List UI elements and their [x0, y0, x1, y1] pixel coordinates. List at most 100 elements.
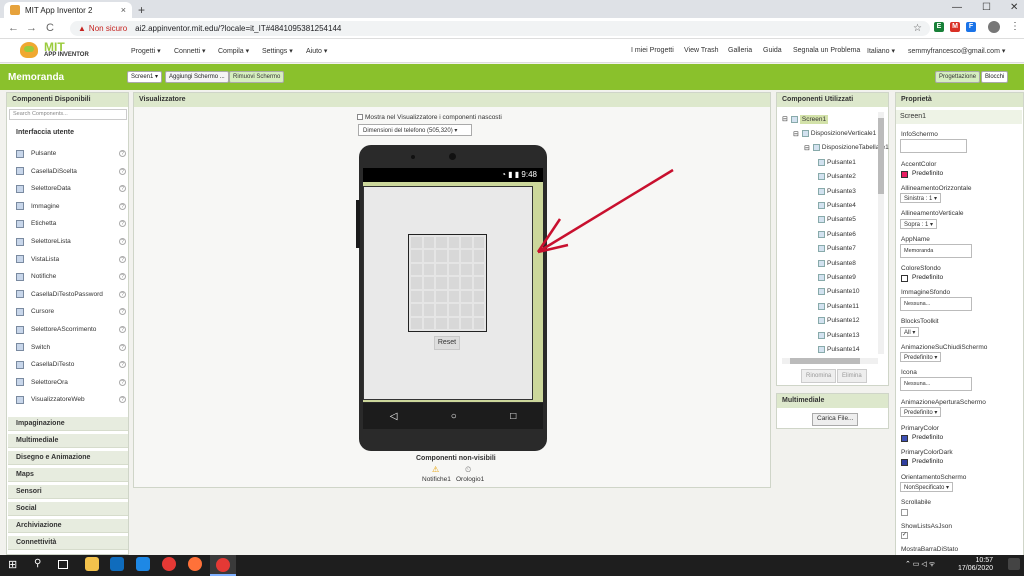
bookmark-star-icon[interactable]: ☆	[913, 23, 922, 34]
link-gallery[interactable]: Galleria	[728, 47, 752, 54]
prop-accent-swatch[interactable]	[901, 171, 908, 178]
remove-screen-button[interactable]: Rimuovi Schermo	[229, 71, 285, 83]
tree-item[interactable]: Pulsante11	[818, 299, 859, 313]
prop-json-checkbox[interactable]: ✓	[901, 532, 908, 539]
category-maps[interactable]: Maps	[8, 468, 128, 482]
palette-item[interactable]: VisualizzatoreWeb?	[16, 391, 126, 408]
menu-help[interactable]: Aiuto ▾	[306, 47, 327, 55]
prop-accent-value[interactable]: Predefinito	[912, 170, 943, 177]
help-icon[interactable]: ?	[119, 220, 126, 228]
task-view-icon[interactable]	[58, 560, 68, 569]
firefox-icon[interactable]	[188, 557, 202, 571]
palette-item[interactable]: Cursore?	[16, 303, 126, 320]
prop-open-anim-select[interactable]: Predefinito ▾	[900, 407, 942, 417]
close-window-button[interactable]: ✕	[1010, 2, 1018, 13]
category-storage[interactable]: Archiviazione	[8, 519, 128, 533]
category-layout[interactable]: Impaginazione	[8, 417, 128, 431]
new-tab-button[interactable]: +	[138, 3, 145, 17]
delete-button[interactable]: Elimina	[837, 369, 867, 383]
prop-appname-input[interactable]: Memoranda	[900, 244, 972, 258]
reload-icon[interactable]: C	[46, 22, 54, 34]
add-screen-button[interactable]: Aggiungi Schermo ...	[165, 71, 229, 83]
tree-collapse-icon[interactable]: ⊟	[782, 115, 788, 123]
profile-avatar[interactable]	[988, 21, 1000, 33]
help-icon[interactable]: ?	[119, 308, 126, 316]
show-hidden-checkbox[interactable]	[357, 114, 363, 120]
security-status[interactable]: Non sicuro	[89, 24, 127, 33]
prop-scrollable-checkbox[interactable]	[901, 509, 908, 516]
extension-icon[interactable]: E	[934, 22, 944, 32]
chrome-active-task[interactable]	[210, 555, 236, 576]
tree-item[interactable]: Pulsante3	[818, 184, 856, 198]
tab-close-icon[interactable]: ×	[121, 5, 126, 15]
device-size-select[interactable]: Dimensioni del telefono (505,320) ▾	[358, 124, 472, 136]
category-drawing-animation[interactable]: Disegno e Animazione	[8, 451, 128, 465]
tree-horizontal-scrollbar[interactable]	[782, 358, 878, 364]
category-sensors[interactable]: Sensori	[8, 485, 128, 499]
mit-app-inventor-logo[interactable]: MIT APP INVENTOR	[18, 40, 90, 62]
address-bar[interactable]: ▲ Non sicuro ai2.appinventor.mit.edu/?lo…	[70, 21, 930, 36]
prop-halign-select[interactable]: Sinistra : 1 ▾	[900, 193, 942, 203]
help-icon[interactable]: ?	[119, 202, 126, 210]
tree-item[interactable]: Pulsante10	[818, 285, 860, 299]
help-icon[interactable]: ?	[119, 290, 126, 298]
tree-item[interactable]: Pulsante8	[818, 256, 856, 270]
prop-primary-dark-swatch[interactable]	[901, 459, 908, 466]
screen-select[interactable]: Screen1 ▾	[127, 71, 163, 83]
tree-collapse-icon[interactable]: ⊟	[804, 144, 810, 152]
tree-item[interactable]: Pulsante12	[818, 314, 860, 328]
help-icon[interactable]: ?	[119, 396, 126, 404]
palette-item[interactable]: Switch?	[16, 339, 126, 356]
browser-menu-icon[interactable]: ⋮	[1010, 21, 1020, 32]
tree-item[interactable]: ⊟ DisposizioneTabellare1	[804, 141, 889, 155]
palette-item[interactable]: SelettoreOra?	[16, 374, 126, 391]
forward-icon[interactable]: →	[26, 22, 37, 34]
category-connectivity[interactable]: Connettività	[8, 536, 128, 550]
nonvisible-clock[interactable]: Orologio1	[456, 476, 484, 483]
link-view-trash[interactable]: View Trash	[684, 47, 719, 54]
taskbar-clock[interactable]: 10:57 17/06/2020	[958, 557, 993, 573]
help-icon[interactable]: ?	[119, 185, 126, 193]
menu-settings[interactable]: Settings ▾	[262, 47, 293, 55]
palette-item[interactable]: Notifiche?	[16, 268, 126, 285]
prop-blocks-select[interactable]: All ▾	[900, 327, 920, 337]
table-arrangement[interactable]	[408, 234, 487, 332]
category-social[interactable]: Social	[8, 502, 128, 516]
tree-item[interactable]: Pulsante4	[818, 198, 856, 212]
help-icon[interactable]: ?	[119, 255, 126, 263]
menu-projects[interactable]: Progetti ▾	[131, 47, 161, 55]
menu-build[interactable]: Compila ▾	[218, 47, 249, 55]
prop-primary-value[interactable]: Predefinito	[912, 434, 943, 441]
prop-orientation-select[interactable]: NonSpecificato ▾	[900, 482, 954, 492]
tree-vertical-scrollbar[interactable]	[878, 112, 884, 354]
palette-item[interactable]: Etichetta?	[16, 215, 126, 232]
menu-connect[interactable]: Connetti ▾	[174, 47, 206, 55]
help-icon[interactable]: ?	[119, 361, 126, 369]
tree-item[interactable]: Pulsante2	[818, 170, 856, 184]
extension-icon[interactable]: F	[966, 22, 976, 32]
prop-icon-input[interactable]: Nessuna...	[900, 377, 972, 391]
prop-primary-swatch[interactable]	[901, 435, 908, 442]
taskbar-search-icon[interactable]: ⚲	[34, 558, 41, 569]
edge-icon[interactable]	[136, 557, 150, 571]
category-user-interface[interactable]: Interfaccia utente	[8, 126, 128, 140]
tree-item[interactable]: Pulsante1	[818, 155, 856, 169]
account-menu[interactable]: semmyfrancesco@gmail.com ▾	[908, 47, 1005, 55]
palette-item[interactable]: Pulsante?	[16, 145, 126, 162]
minimize-button[interactable]: —	[952, 2, 962, 13]
palette-item[interactable]: SelettoreData?	[16, 180, 126, 197]
prop-close-anim-select[interactable]: Predefinito ▾	[900, 352, 942, 362]
link-my-projects[interactable]: I miei Progetti	[631, 47, 674, 54]
help-icon[interactable]: ?	[119, 238, 126, 245]
tree-item[interactable]: Pulsante14	[818, 342, 860, 356]
language-menu[interactable]: Italiano ▾	[867, 47, 895, 55]
category-media[interactable]: Multimediale	[8, 434, 128, 448]
help-icon[interactable]: ?	[119, 273, 126, 281]
windows-start-icon[interactable]: ⊞	[8, 558, 17, 571]
help-icon[interactable]: ?	[119, 167, 126, 175]
tree-item[interactable]: Pulsante6	[818, 227, 856, 241]
prop-info-input[interactable]	[900, 139, 967, 153]
blocks-button[interactable]: Blocchi	[981, 71, 1009, 83]
prop-bg-value[interactable]: Predefinito	[912, 274, 943, 281]
extension-icon[interactable]: M	[950, 22, 960, 32]
